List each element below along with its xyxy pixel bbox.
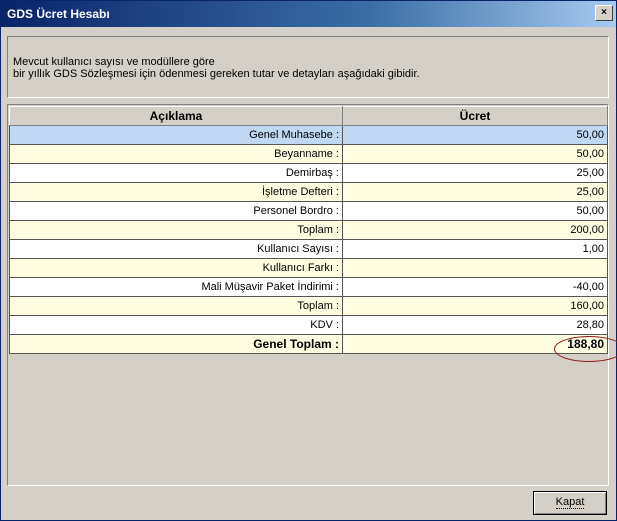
row-value: 200,00 bbox=[342, 220, 608, 240]
column-header-description[interactable]: Açıklama bbox=[9, 106, 343, 126]
row-value: 25,00 bbox=[342, 163, 608, 183]
highlight-ellipse bbox=[554, 336, 617, 362]
footer: Kapat bbox=[7, 489, 607, 515]
table-row[interactable]: Personel Bordro :50,00 bbox=[9, 201, 608, 221]
row-label: Toplam : bbox=[9, 296, 343, 316]
info-panel: Mevcut kullanıcı sayısı ve modüllere gör… bbox=[7, 36, 609, 98]
row-value: 1,00 bbox=[342, 239, 608, 259]
table-row[interactable]: Toplam :200,00 bbox=[9, 220, 608, 240]
close-button-label: Kapat bbox=[555, 496, 585, 509]
row-label: Genel Toplam : bbox=[9, 334, 343, 354]
row-label: KDV : bbox=[9, 315, 343, 335]
row-value bbox=[342, 258, 608, 278]
row-value: 25,00 bbox=[342, 182, 608, 202]
row-label: Personel Bordro : bbox=[9, 201, 343, 221]
fee-table: Açıklama Ücret Genel Muhasebe :50,00 Beya… bbox=[9, 106, 608, 354]
fee-grid: Açıklama Ücret Genel Muhasebe :50,00 Beya… bbox=[7, 104, 617, 486]
row-label: Kullanıcı Farkı : bbox=[9, 258, 343, 278]
row-value: 50,00 bbox=[342, 125, 608, 145]
row-label: Demirbaş : bbox=[9, 163, 343, 183]
table-row[interactable]: KDV :28,80 bbox=[9, 315, 608, 335]
row-value: -40,00 bbox=[342, 277, 608, 297]
row-value: 28,80 bbox=[342, 315, 608, 335]
table-row[interactable]: İşletme Defteri :25,00 bbox=[9, 182, 608, 202]
table-row[interactable]: Genel Toplam :188,80 bbox=[9, 334, 608, 354]
row-label: Beyanname : bbox=[9, 144, 343, 164]
row-value: 160,00 bbox=[342, 296, 608, 316]
row-label: Toplam : bbox=[9, 220, 343, 240]
table-row[interactable]: Genel Muhasebe :50,00 bbox=[9, 125, 608, 145]
row-label: Kullanıcı Sayısı : bbox=[9, 239, 343, 259]
table-row[interactable]: Kullanıcı Farkı : bbox=[9, 258, 608, 278]
close-button[interactable]: Kapat bbox=[533, 491, 607, 515]
table-row[interactable]: Mali Müşavir Paket İndirimi : -40,00 bbox=[9, 277, 608, 297]
title-bar[interactable]: GDS Ücret Hesabı × bbox=[1, 1, 616, 27]
info-text-line-2: bir yıllık GDS Sözleşmesi için ödenmesi … bbox=[13, 68, 420, 80]
close-icon[interactable]: × bbox=[595, 5, 613, 21]
dialog-window: GDS Ücret Hesabı × Mevcut kullanıcı sayı… bbox=[0, 0, 617, 521]
table-row[interactable]: Toplam :160,00 bbox=[9, 296, 608, 316]
window-title: GDS Ücret Hesabı bbox=[7, 7, 110, 21]
info-text-line-1: Mevcut kullanıcı sayısı ve modüllere gör… bbox=[13, 56, 215, 68]
row-value: 50,00 bbox=[342, 144, 608, 164]
row-label: Mali Müşavir Paket İndirimi : bbox=[9, 277, 343, 297]
table-row[interactable]: Kullanıcı Sayısı :1,00 bbox=[9, 239, 608, 259]
row-label: Genel Muhasebe : bbox=[9, 125, 343, 145]
row-value: 50,00 bbox=[342, 201, 608, 221]
table-row[interactable]: Beyanname :50,00 bbox=[9, 144, 608, 164]
row-label: İşletme Defteri : bbox=[9, 182, 343, 202]
column-header-fee[interactable]: Ücret bbox=[342, 106, 608, 126]
table-row[interactable]: Demirbaş :25,00 bbox=[9, 163, 608, 183]
